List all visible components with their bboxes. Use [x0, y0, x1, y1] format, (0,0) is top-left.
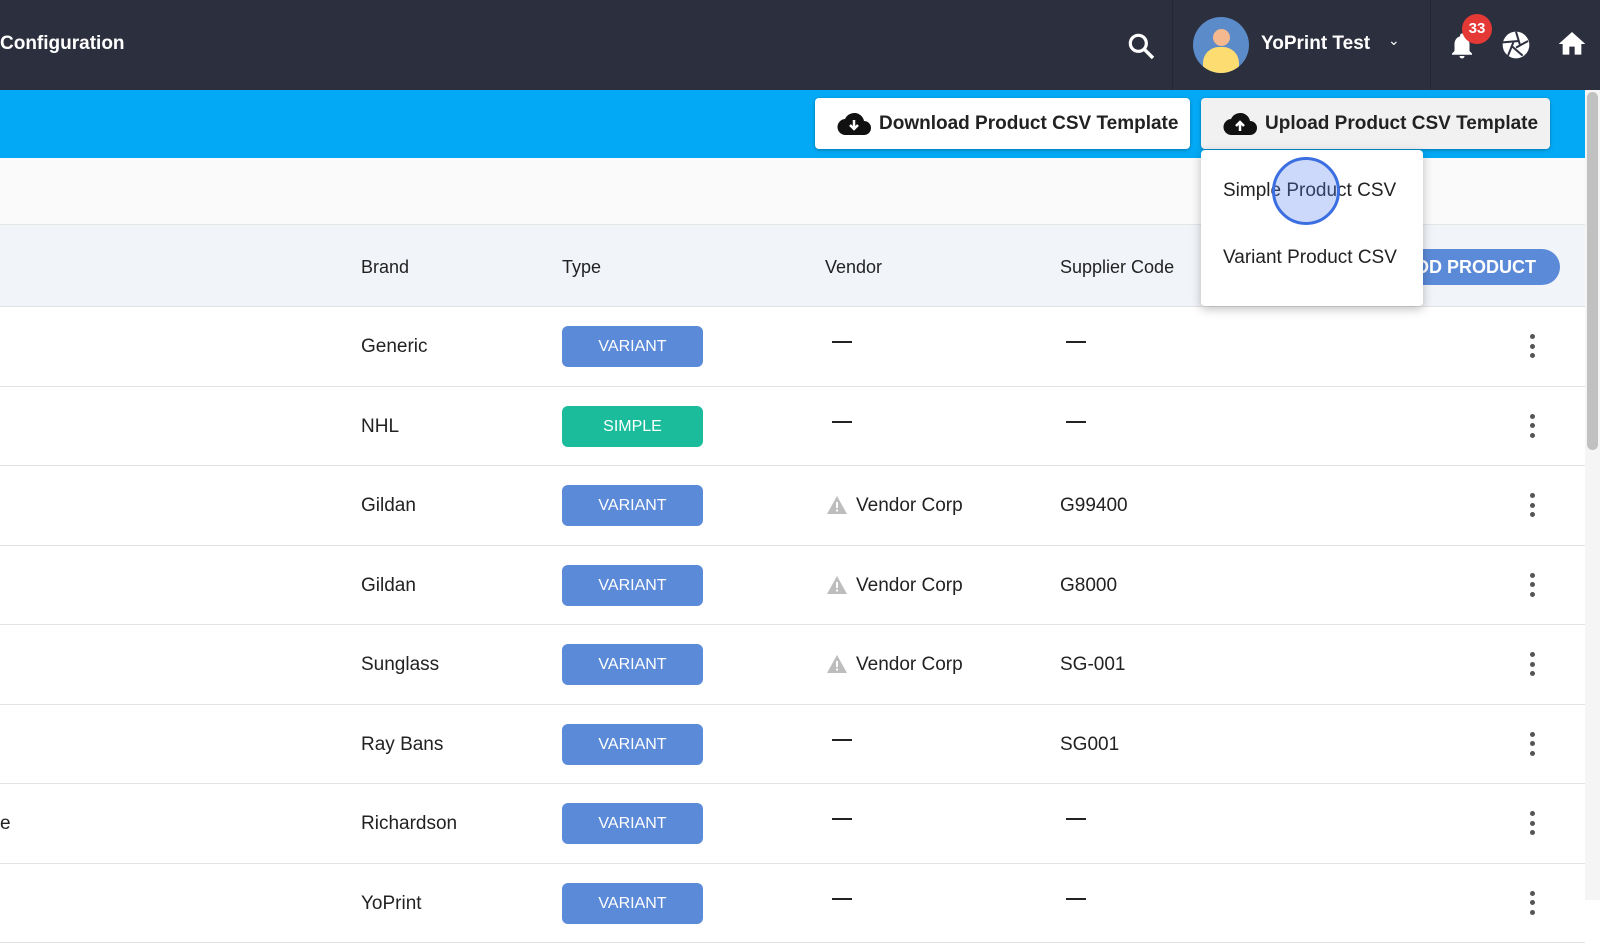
product-name: e — [0, 813, 11, 835]
warning-icon — [826, 495, 848, 515]
type-badge: VARIANT — [562, 803, 703, 844]
upload-label: Upload Product CSV Template — [1265, 113, 1538, 135]
table-row[interactable]: Ray Bans VARIANT SG001 — [0, 705, 1585, 785]
more-vert-icon[interactable] — [1530, 732, 1536, 756]
more-vert-icon[interactable] — [1530, 891, 1536, 915]
table-row[interactable]: YoPrint VARIANT — [0, 864, 1585, 943]
column-supplier-code[interactable]: Supplier Code — [1060, 257, 1174, 278]
empty-dash — [1066, 421, 1086, 423]
brand-cell: Sunglass — [361, 654, 439, 676]
page-title: Configuration — [0, 33, 125, 55]
supplier-code-cell: G99400 — [1060, 495, 1128, 517]
upload-csv-template-button[interactable]: Upload Product CSV Template — [1201, 98, 1550, 149]
table-row[interactable]: Sunglass VARIANT Vendor Corp SG-001 — [0, 625, 1585, 705]
avatar[interactable] — [1193, 17, 1249, 73]
column-type[interactable]: Type — [562, 257, 601, 278]
empty-dash — [832, 421, 852, 423]
search-icon[interactable] — [1125, 30, 1157, 62]
brand-cell: Ray Bans — [361, 734, 443, 756]
empty-dash — [832, 818, 852, 820]
type-badge: VARIANT — [562, 565, 703, 606]
home-icon[interactable] — [1556, 28, 1588, 60]
vendor-cell: Vendor Corp — [856, 495, 963, 517]
type-badge: VARIANT — [562, 724, 703, 765]
brand-cell: Richardson — [361, 813, 457, 835]
empty-dash — [832, 341, 852, 343]
more-vert-icon[interactable] — [1530, 811, 1536, 835]
table-row[interactable]: NHL SIMPLE — [0, 387, 1585, 467]
vendor-cell: Vendor Corp — [856, 654, 963, 676]
notification-badge: 33 — [1462, 14, 1492, 44]
table-row[interactable]: Generic VARIANT — [0, 307, 1585, 387]
type-badge: VARIANT — [562, 883, 703, 924]
more-vert-icon[interactable] — [1530, 334, 1536, 358]
supplier-code-cell: G8000 — [1060, 575, 1117, 597]
download-label: Download Product CSV Template — [879, 113, 1178, 135]
download-csv-template-button[interactable]: Download Product CSV Template — [815, 98, 1190, 149]
table-row[interactable]: Gildan VARIANT Vendor Corp G99400 — [0, 466, 1585, 546]
empty-dash — [1066, 898, 1086, 900]
divider — [1430, 0, 1431, 90]
supplier-code-cell: SG-001 — [1060, 654, 1125, 676]
type-badge: VARIANT — [562, 326, 703, 367]
type-badge: VARIANT — [562, 644, 703, 685]
chevron-down-icon[interactable]: ⌄ — [1388, 32, 1400, 49]
more-vert-icon[interactable] — [1530, 414, 1536, 438]
brand-cell: Gildan — [361, 575, 416, 597]
scrollbar[interactable] — [1585, 90, 1600, 900]
brand-cell: NHL — [361, 416, 399, 438]
cloud-download-icon — [837, 111, 871, 137]
table-row[interactable]: e Richardson VARIANT — [0, 784, 1585, 864]
more-vert-icon[interactable] — [1530, 493, 1536, 517]
warning-icon — [826, 654, 848, 674]
aperture-icon[interactable] — [1500, 29, 1532, 61]
top-bar: Configuration YoPrint Test ⌄ 33 — [0, 0, 1600, 90]
column-brand[interactable]: Brand — [361, 257, 409, 278]
empty-dash — [1066, 341, 1086, 343]
table-row[interactable]: Gildan VARIANT Vendor Corp G8000 — [0, 546, 1585, 626]
brand-cell: Gildan — [361, 495, 416, 517]
user-name[interactable]: YoPrint Test — [1261, 33, 1370, 55]
type-badge: SIMPLE — [562, 406, 703, 447]
warning-icon — [826, 575, 848, 595]
menu-item-variant-product-csv[interactable]: Variant Product CSV — [1223, 247, 1397, 269]
more-vert-icon[interactable] — [1530, 573, 1536, 597]
scrollbar-thumb[interactable] — [1587, 92, 1598, 450]
column-vendor[interactable]: Vendor — [825, 257, 882, 278]
more-vert-icon[interactable] — [1530, 652, 1536, 676]
brand-cell: Generic — [361, 336, 428, 358]
brand-cell: YoPrint — [361, 893, 422, 915]
type-badge: VARIANT — [562, 485, 703, 526]
empty-dash — [832, 739, 852, 741]
supplier-code-cell: SG001 — [1060, 734, 1119, 756]
cloud-upload-icon — [1223, 111, 1257, 137]
empty-dash — [832, 898, 852, 900]
divider — [1172, 0, 1173, 90]
empty-dash — [1066, 818, 1086, 820]
vendor-cell: Vendor Corp — [856, 575, 963, 597]
click-indicator — [1272, 157, 1340, 225]
